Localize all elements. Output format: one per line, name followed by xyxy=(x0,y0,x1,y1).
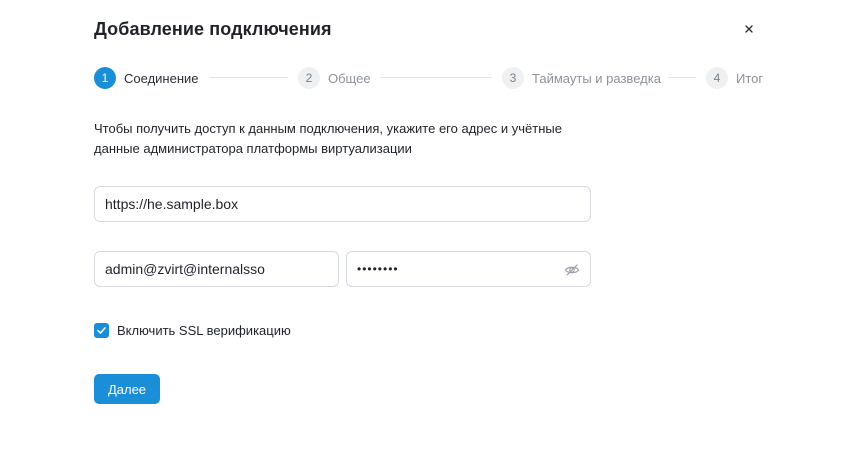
ssl-verification-checkbox[interactable]: Включить SSL верификацию xyxy=(94,322,291,338)
form-description: Чтобы получить доступ к данным подключен… xyxy=(94,121,562,156)
step-number: 4 xyxy=(706,67,728,89)
add-connection-dialog: Добавление подключения 1 Соединение 2 Об… xyxy=(0,0,864,458)
url-value: https://he.sample.box xyxy=(105,196,239,212)
stepper: 1 Соединение 2 Общее 3 Таймауты и развед… xyxy=(94,66,774,90)
dialog-title: Добавление подключения xyxy=(94,19,332,39)
step-label: Таймауты и разведка xyxy=(532,70,661,86)
step-general[interactable]: 2 Общее xyxy=(298,66,371,90)
next-button[interactable]: Далее xyxy=(94,374,160,404)
step-number: 2 xyxy=(298,67,320,89)
url-field[interactable]: https://he.sample.box xyxy=(94,186,591,222)
step-label: Общее xyxy=(328,70,371,86)
username-field[interactable]: admin@zvirt@internalsso xyxy=(94,251,339,287)
step-number: 3 xyxy=(502,67,524,89)
eye-off-icon[interactable] xyxy=(564,262,580,278)
step-number: 1 xyxy=(94,67,116,89)
step-timeouts[interactable]: 3 Таймауты и разведка xyxy=(502,66,661,90)
checkbox-checked-icon[interactable] xyxy=(94,322,109,338)
password-value: •••••••• xyxy=(357,262,399,276)
step-connector xyxy=(380,77,492,78)
password-field[interactable]: •••••••• xyxy=(346,251,591,287)
step-summary[interactable]: 4 Итог xyxy=(706,66,763,90)
step-label: Итог xyxy=(736,70,764,86)
step-connector xyxy=(210,77,288,78)
close-icon[interactable] xyxy=(741,21,757,37)
ssl-checkbox-label: Включить SSL верификацию xyxy=(117,322,291,338)
step-label: Соединение xyxy=(124,70,199,86)
username-value: admin@zvirt@internalsso xyxy=(105,261,265,277)
step-connection[interactable]: 1 Соединение xyxy=(94,66,199,90)
step-connector xyxy=(668,77,696,78)
